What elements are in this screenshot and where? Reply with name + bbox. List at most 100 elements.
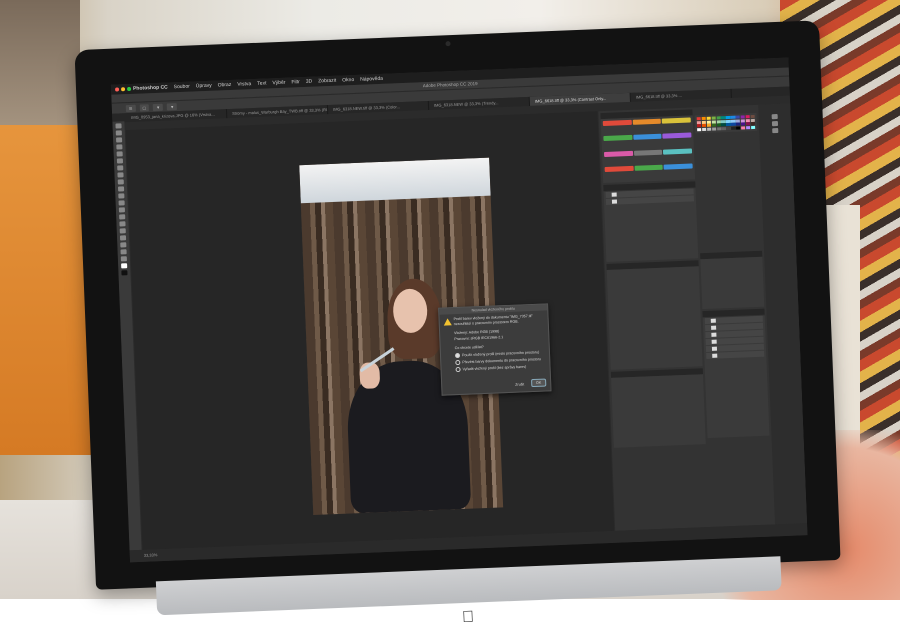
dock-icon[interactable]	[771, 114, 778, 120]
swatch[interactable]	[736, 126, 741, 130]
eraser-tool-icon[interactable]	[118, 193, 125, 199]
tool-option[interactable]: ☰	[125, 104, 136, 112]
tag-swatch[interactable]	[633, 149, 663, 156]
swatch[interactable]	[726, 126, 731, 130]
zoom-tool-icon[interactable]	[120, 256, 127, 262]
zoom-icon[interactable]	[126, 86, 132, 92]
menu-item[interactable]: Výběr	[272, 80, 285, 87]
close-icon[interactable]	[114, 87, 120, 92]
type-tool-icon[interactable]	[119, 228, 126, 234]
menu-item[interactable]: Soubor	[174, 84, 190, 91]
crop-tool-icon[interactable]	[116, 151, 123, 157]
radio-icon[interactable]	[454, 352, 461, 359]
move-tool-icon[interactable]	[115, 123, 122, 129]
brush-tool-icon[interactable]	[117, 172, 124, 178]
zoom-level[interactable]: 33,33%	[144, 552, 158, 558]
camera-dot	[444, 41, 451, 47]
tool-option[interactable]: ▼	[153, 103, 164, 111]
character-panel	[606, 266, 703, 370]
menu-item[interactable]: Okno	[342, 77, 354, 83]
hand-tool-icon[interactable]	[120, 249, 127, 255]
tag-swatch[interactable]	[662, 117, 691, 124]
swatch[interactable]	[706, 127, 712, 131]
layer-thumbnail-icon	[712, 353, 718, 358]
imac-monitor:  Photoshop CC Soubor Úpravy Obraz Vrstv…	[74, 20, 841, 626]
tag-swatch[interactable]	[663, 163, 693, 170]
tool-option[interactable]: ▼	[167, 102, 178, 110]
tag-color-panel	[600, 115, 696, 184]
gradient-tool-icon[interactable]	[118, 200, 125, 206]
layer-thumbnail-icon	[711, 339, 717, 344]
tool-option[interactable]: ▢	[139, 103, 150, 112]
window-controls	[114, 86, 132, 92]
layer-thumbnail-icon	[710, 318, 716, 323]
tag-swatch[interactable]	[663, 147, 693, 155]
swatch[interactable]	[721, 126, 726, 130]
thumbnail-icon	[611, 199, 618, 204]
menu-item[interactable]: Zobrazit	[318, 78, 336, 85]
adjustments-panel	[700, 256, 765, 309]
eyedropper-tool-icon[interactable]	[116, 158, 124, 164]
menu-item[interactable]: Filtr	[291, 79, 300, 85]
tag-swatch[interactable]	[634, 164, 664, 171]
minimize-icon[interactable]	[120, 87, 126, 92]
menu-item[interactable]: Obraz	[218, 82, 232, 89]
layer-thumbnail-icon	[711, 332, 717, 337]
swatch[interactable]	[711, 126, 717, 131]
cancel-button[interactable]: Zrušit	[511, 381, 528, 388]
swatch[interactable]	[716, 126, 722, 130]
healing-tool-icon[interactable]	[117, 165, 124, 171]
swatch[interactable]	[750, 125, 756, 129]
tag-swatch[interactable]	[603, 150, 633, 157]
history-brush-icon[interactable]	[117, 186, 125, 192]
option-label: Vyřadit vložený profil (bez správy barev…	[462, 364, 527, 372]
lasso-tool-icon[interactable]	[116, 137, 123, 143]
option-discard[interactable]: Vyřadit vložený profil (bez správy barev…	[455, 364, 527, 373]
ok-button[interactable]: OK	[530, 378, 547, 388]
menu-item[interactable]: Text	[257, 80, 266, 86]
swatch[interactable]	[701, 127, 707, 131]
layers-panel	[702, 315, 770, 438]
dock-icon[interactable]	[772, 127, 779, 134]
tag-swatch[interactable]	[603, 135, 633, 142]
dialog-question: Co chcete udělat?	[454, 344, 484, 351]
photo-snow-roof	[299, 157, 491, 204]
tag-swatch[interactable]	[602, 119, 632, 127]
marquee-tool-icon[interactable]	[115, 130, 122, 136]
tag-swatch[interactable]	[632, 133, 662, 141]
shape-tool-icon[interactable]	[120, 242, 127, 248]
swatch[interactable]	[697, 127, 702, 131]
dock-icon[interactable]	[771, 120, 779, 127]
app-name[interactable]: Photoshop CC	[133, 84, 168, 91]
paragraph-panel	[611, 374, 706, 448]
path-tool-icon[interactable]	[119, 235, 127, 241]
document-canvas[interactable]: Nesoulad vloženého profilu Profil barev …	[125, 111, 615, 550]
menu-item[interactable]: 3D	[306, 79, 313, 85]
warning-icon	[443, 318, 452, 326]
swatch[interactable]	[731, 126, 736, 130]
history-panel	[603, 188, 699, 262]
panel-column-main	[600, 107, 709, 530]
menu-item[interactable]: Nápověda	[360, 76, 383, 83]
radio-icon[interactable]	[455, 366, 461, 373]
menu-item[interactable]: Vrstva	[237, 81, 251, 88]
swatch[interactable]	[740, 125, 746, 129]
monitor-chin: 	[155, 556, 782, 626]
foreground-color-icon[interactable]	[121, 263, 128, 269]
layer-row[interactable]	[706, 350, 765, 359]
tag-swatch[interactable]	[662, 132, 692, 139]
swatch[interactable]	[745, 125, 751, 129]
wand-tool-icon[interactable]	[116, 144, 123, 150]
background-color-icon[interactable]	[121, 270, 128, 276]
working-profile: Pracovní: sRGB IEC61966-2.1	[454, 335, 504, 342]
dialog-message: Profil barev vložený do dokumentu "IMG_7…	[453, 313, 533, 327]
menu-item[interactable]: Úpravy	[196, 83, 212, 90]
tag-swatch[interactable]	[632, 118, 662, 125]
blur-tool-icon[interactable]	[118, 207, 126, 213]
dodge-tool-icon[interactable]	[119, 214, 126, 220]
radio-icon[interactable]	[455, 359, 461, 366]
option-label: Převést barvy dokumentu do pracovního pr…	[462, 357, 542, 365]
stamp-tool-icon[interactable]	[117, 179, 124, 185]
tag-swatch[interactable]	[604, 165, 634, 172]
pen-tool-icon[interactable]	[119, 221, 126, 227]
